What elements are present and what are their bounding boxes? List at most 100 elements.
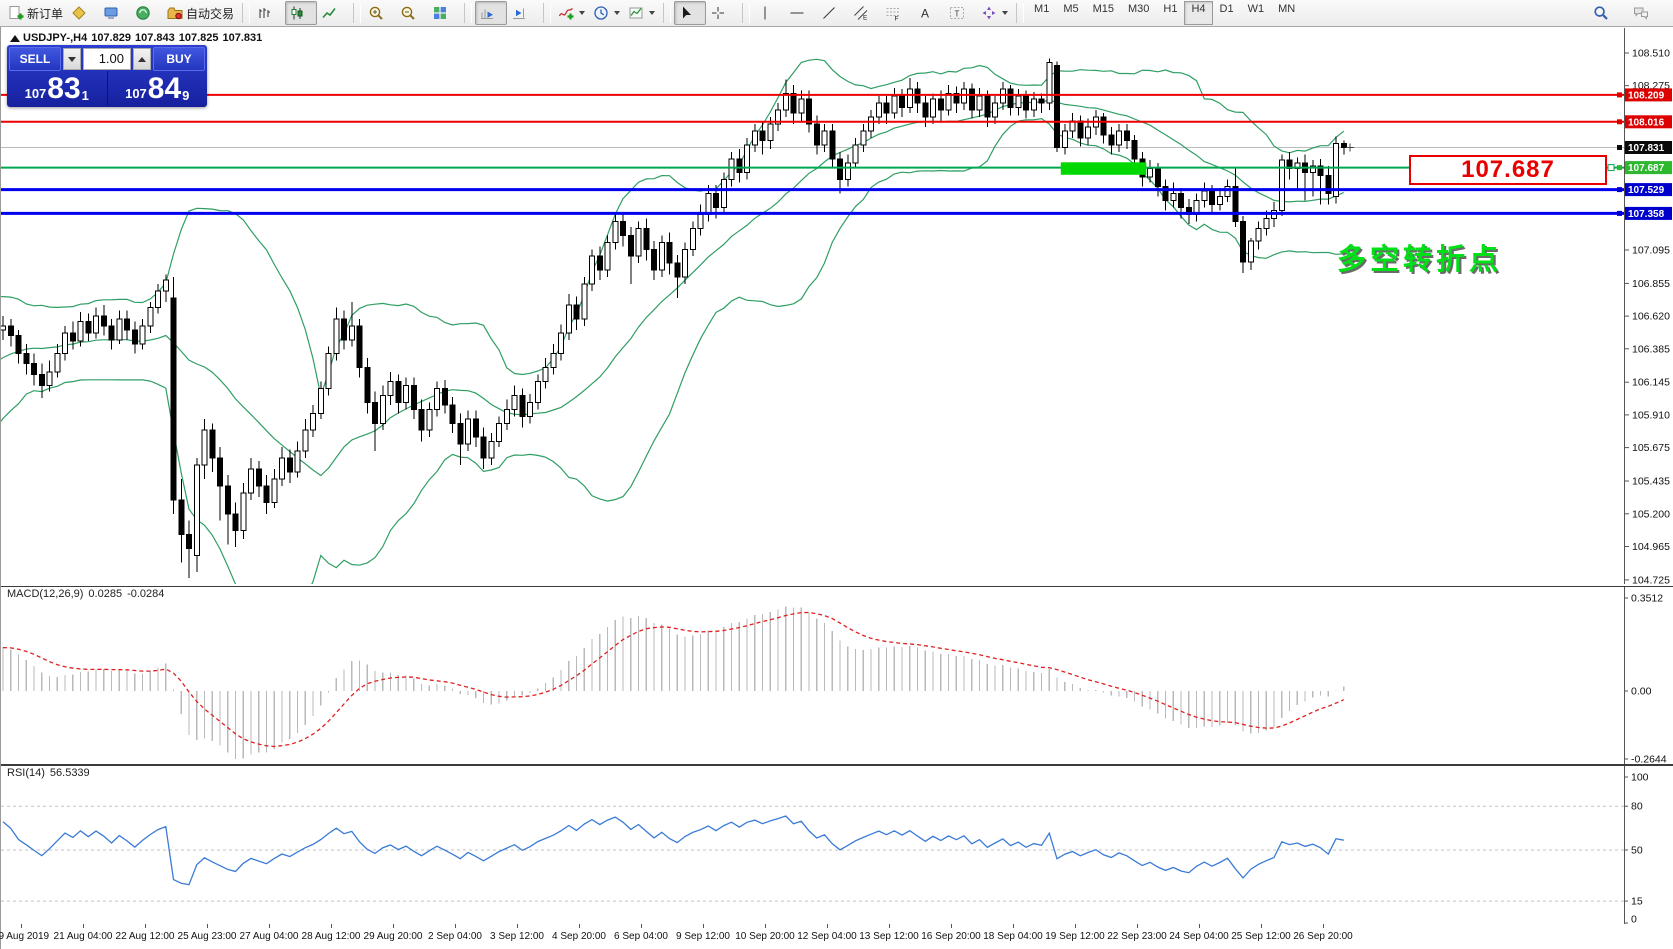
price-tick-label: 105.910 — [1632, 409, 1670, 421]
candle-body — [535, 382, 540, 403]
timeframe-w1-button[interactable]: W1 — [1241, 1, 1272, 25]
candle-body — [47, 372, 52, 386]
price-tag-label: 108.209 — [1628, 90, 1665, 101]
macd-value: 0.0285 — [88, 588, 122, 600]
navigator-icon — [135, 5, 151, 21]
metaeditor-button[interactable] — [67, 1, 99, 25]
horizontal-line-button[interactable] — [785, 1, 817, 25]
channel-icon: E — [853, 5, 869, 21]
chat-button[interactable] — [1629, 1, 1661, 25]
timeframe-d1-button[interactable]: D1 — [1213, 1, 1241, 25]
text-label-button[interactable]: T — [945, 1, 977, 25]
indicators-button[interactable] — [554, 1, 589, 25]
candlestick-chart-button[interactable] — [285, 1, 317, 25]
timeframe-mn-button[interactable]: MN — [1271, 1, 1302, 25]
candle-body — [566, 305, 571, 333]
editor-icon — [71, 5, 87, 21]
date-label: 24 Sep 04:00 — [1169, 931, 1229, 942]
equidistant-channel-button[interactable]: E — [849, 1, 881, 25]
zoom-out-button[interactable] — [396, 1, 428, 25]
periods-button[interactable] — [589, 1, 624, 25]
sell-button[interactable]: SELL — [9, 47, 61, 71]
timeframe-m5-button[interactable]: M5 — [1056, 1, 1085, 25]
price-tick-label: 106.855 — [1632, 278, 1670, 290]
vertical-line-button[interactable] — [753, 1, 785, 25]
zoom-in-button[interactable] — [364, 1, 396, 25]
bar-chart-button[interactable] — [253, 1, 285, 25]
sell-price-point: 1 — [82, 90, 89, 102]
candle-body — [497, 423, 502, 441]
new-order-button[interactable]: 新订单 — [4, 1, 67, 25]
pivot-annotation[interactable]: 多空转折点 — [1337, 236, 1502, 278]
candle-body — [1341, 144, 1346, 148]
macd-pane-canvas[interactable]: 0.35120.00-0.2644 — [1, 586, 1673, 765]
candle-body — [1217, 196, 1222, 204]
autotrading-button[interactable]: 自动交易 — [163, 1, 238, 25]
candle-body — [349, 326, 354, 340]
new-order-button-label: 新订单 — [27, 5, 63, 22]
text-button[interactable]: A — [913, 1, 945, 25]
candle-body — [1210, 191, 1215, 205]
candle-body — [466, 419, 471, 444]
sell-price[interactable]: 107 83 1 — [7, 71, 108, 105]
auto-scroll-button[interactable] — [475, 1, 507, 25]
templates-button[interactable] — [624, 1, 659, 25]
navigator-button[interactable] — [131, 1, 163, 25]
timeframe-m15-button[interactable]: M15 — [1086, 1, 1121, 25]
timeframe-m30-button[interactable]: M30 — [1121, 1, 1156, 25]
candle-body — [8, 326, 13, 336]
arrows-button[interactable] — [977, 1, 1012, 25]
date-tick — [1137, 924, 1138, 928]
cursor-button[interactable] — [674, 1, 706, 25]
candle-body — [597, 256, 602, 270]
candle-body — [706, 194, 711, 215]
date-axis[interactable]: 19 Aug 201921 Aug 04:0022 Aug 12:0025 Au… — [1, 924, 1673, 949]
rsi-pane-canvas[interactable]: 1008050150 — [1, 765, 1673, 925]
candle-body — [78, 322, 83, 341]
timeframe-h4-button[interactable]: H4 — [1184, 1, 1212, 25]
candle-body — [690, 228, 695, 249]
timeframe-m1-button[interactable]: M1 — [1027, 1, 1056, 25]
candle-body — [1241, 221, 1246, 261]
candle-body — [938, 99, 943, 110]
crosshair-button[interactable] — [706, 1, 738, 25]
candle-body — [799, 99, 804, 113]
candle-body — [396, 382, 401, 403]
one-click-panel-toggle[interactable] — [10, 35, 20, 42]
candle-body — [1055, 66, 1060, 148]
volume-up-button[interactable] — [133, 48, 151, 70]
search-button[interactable] — [1589, 1, 1621, 25]
candle-body — [1179, 194, 1184, 208]
buy-button[interactable]: BUY — [153, 47, 205, 71]
candle-body — [512, 395, 517, 409]
fibonacci-button[interactable]: F — [881, 1, 913, 25]
buy-price[interactable]: 107 84 9 — [108, 71, 208, 105]
candle-body — [156, 291, 161, 308]
chart-shift-button[interactable] — [507, 1, 539, 25]
line-chart-button[interactable] — [317, 1, 349, 25]
date-tick — [21, 924, 22, 928]
volume-down-button[interactable] — [63, 48, 81, 70]
highlight-zone[interactable] — [1061, 162, 1147, 175]
price-tick-label: 107.095 — [1632, 245, 1670, 257]
date-tick — [827, 924, 828, 928]
candle-body — [1109, 135, 1114, 145]
indicators-icon — [558, 5, 574, 21]
candle-body — [63, 333, 68, 354]
candle-body — [194, 465, 199, 556]
price-callout-box[interactable]: 107.687 — [1409, 155, 1607, 185]
price-tag-label: 108.016 — [1628, 117, 1665, 128]
candle-body — [807, 99, 812, 124]
timeframe-h1-button[interactable]: H1 — [1156, 1, 1184, 25]
market-watch-button[interactable] — [99, 1, 131, 25]
tile-windows-button[interactable] — [428, 1, 460, 25]
date-label: 3 Sep 12:00 — [490, 931, 544, 942]
candle-body — [303, 430, 308, 451]
one-click-trading-panel: SELL 1.00 BUY 107 83 1 107 84 9 — [7, 45, 207, 107]
candle-body — [109, 326, 114, 340]
main-chart-canvas[interactable]: 108.510108.275107.095106.855106.620106.3… — [1, 28, 1673, 584]
auto-scroll-icon — [479, 5, 495, 21]
trendline-button[interactable] — [817, 1, 849, 25]
price-tick-label: 106.620 — [1632, 311, 1670, 323]
volume-input[interactable]: 1.00 — [83, 48, 131, 70]
